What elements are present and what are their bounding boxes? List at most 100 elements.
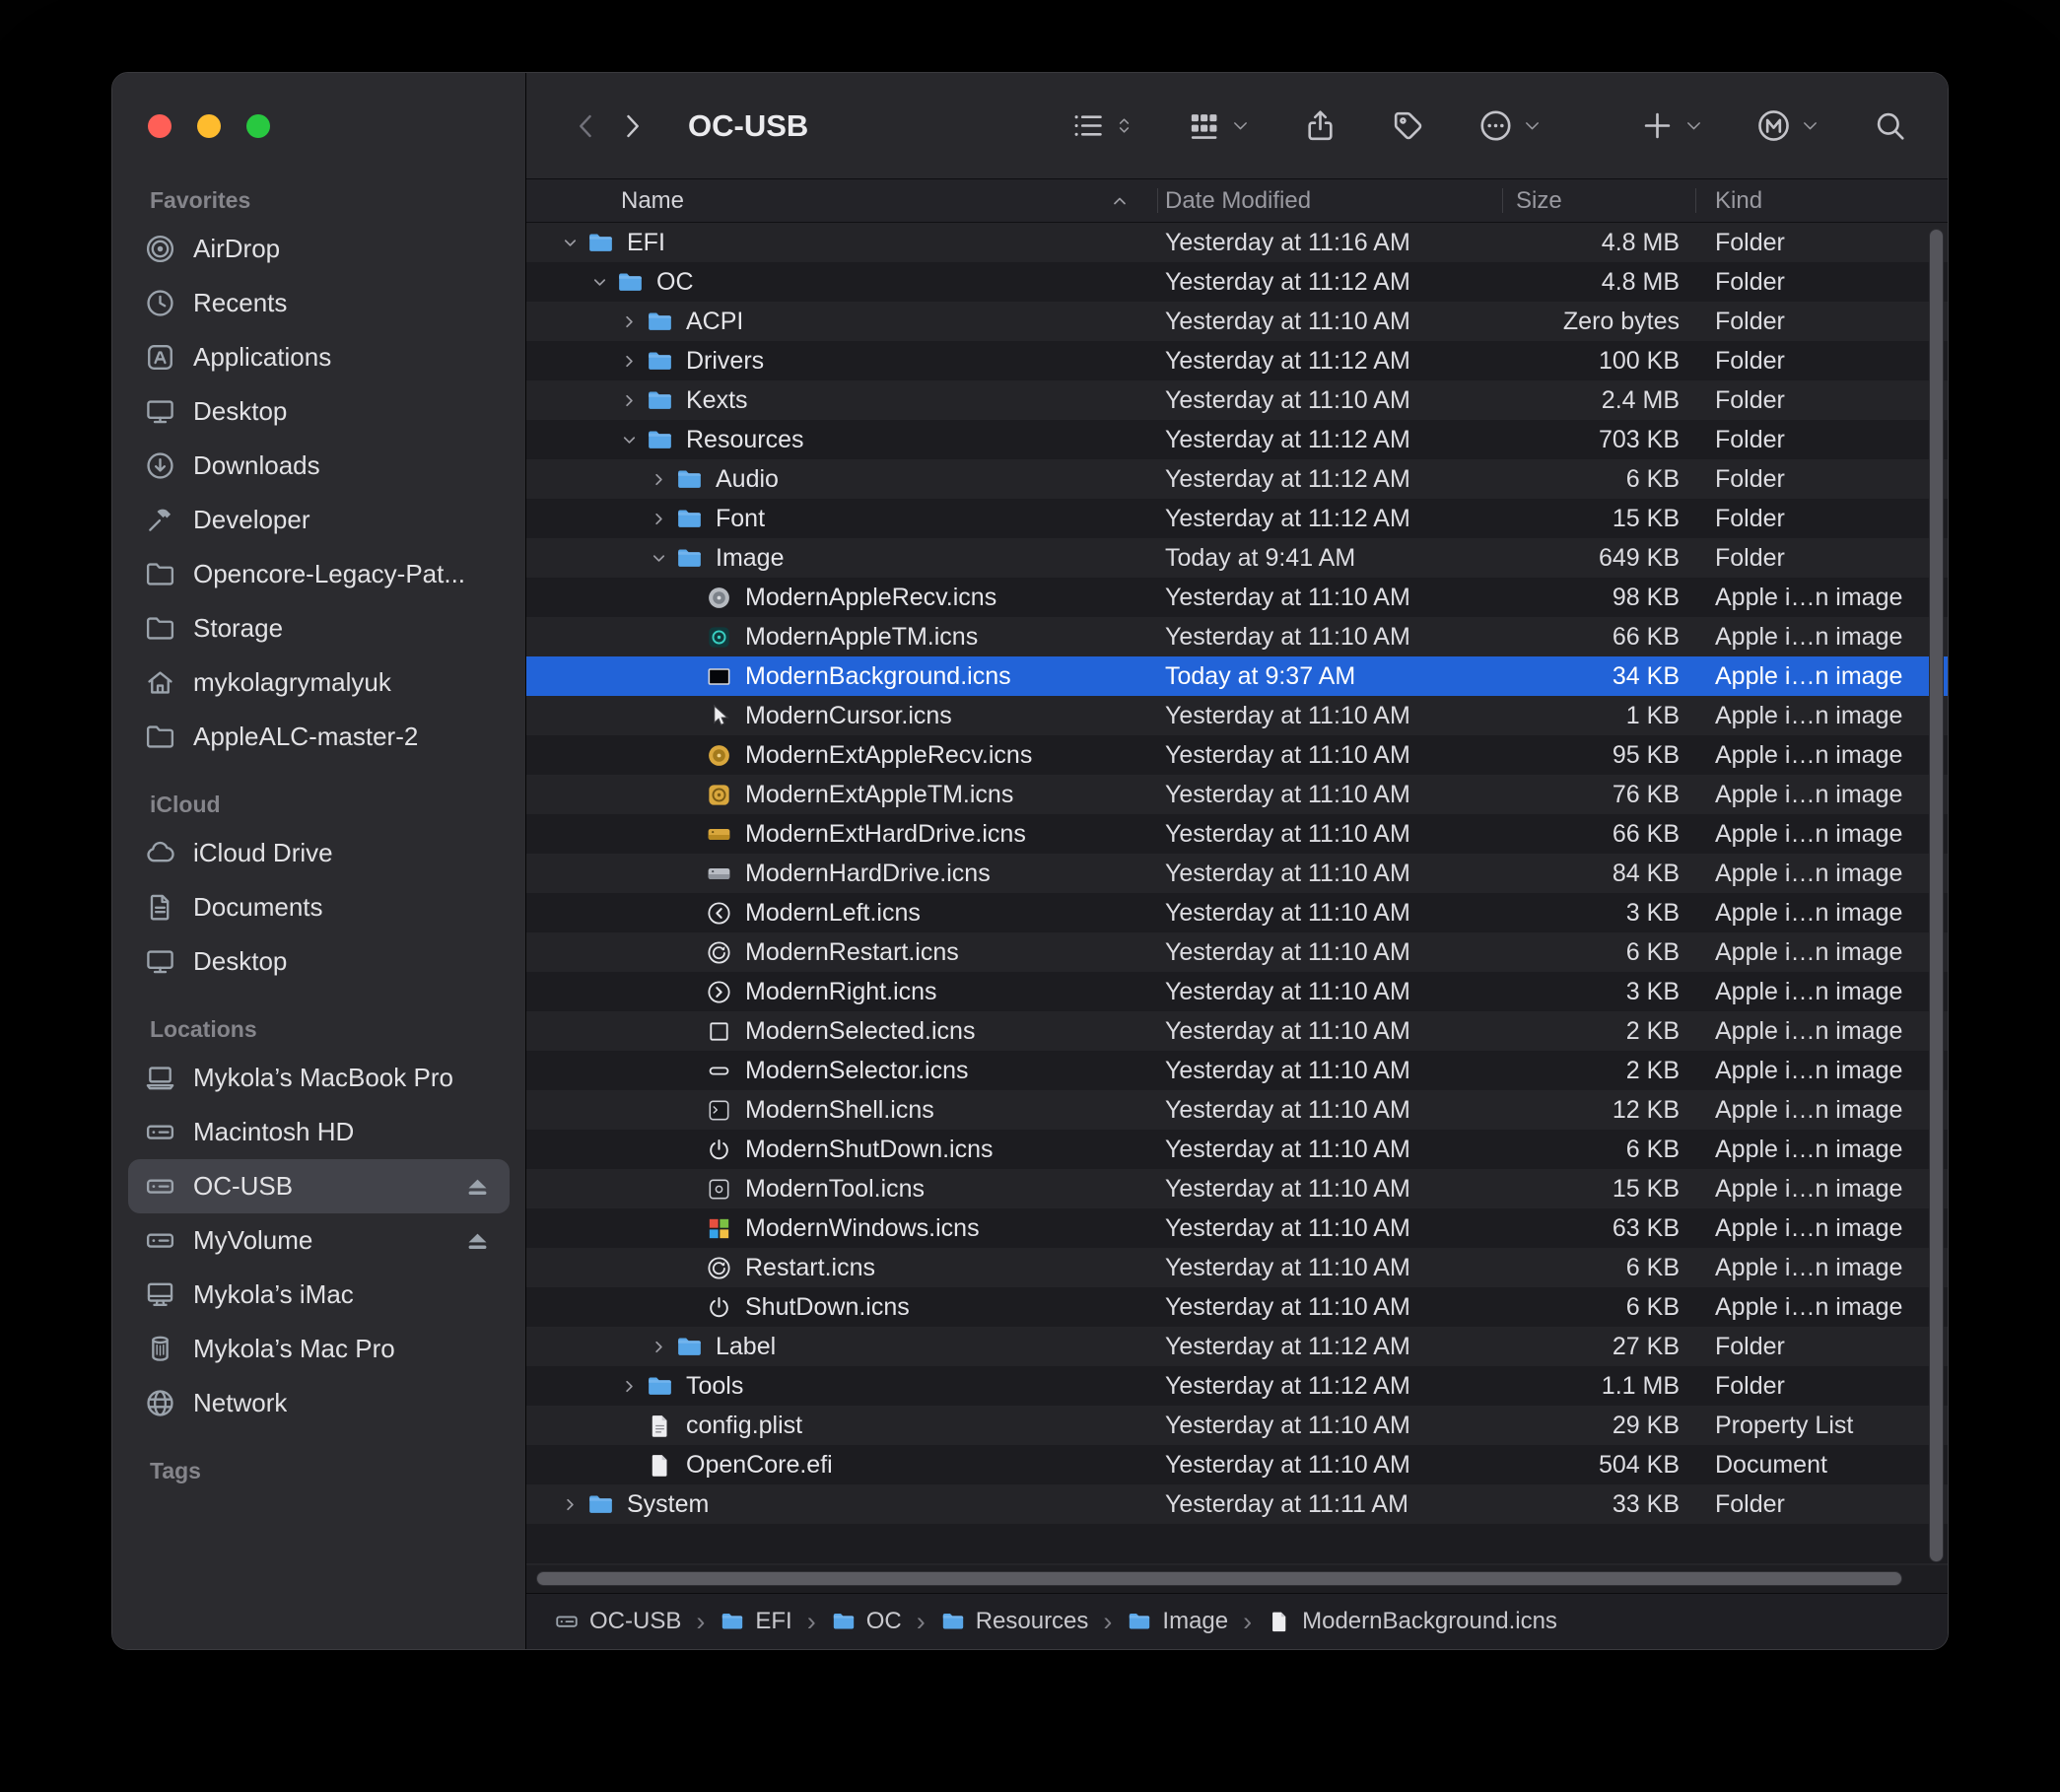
share-icon xyxy=(1302,107,1339,144)
disclosure-closed-icon[interactable] xyxy=(615,1372,643,1400)
row-modernshell-icns[interactable]: ModernShell.icnsYesterday at 11:10 AM12 … xyxy=(526,1090,1948,1130)
sidebar-item-desktop[interactable]: Desktop xyxy=(128,384,510,439)
row-modernleft-icns[interactable]: ModernLeft.icnsYesterday at 11:10 AM3 KB… xyxy=(526,893,1948,932)
row-moderntool-icns[interactable]: ModernTool.icnsYesterday at 11:10 AM15 K… xyxy=(526,1169,1948,1208)
horizontal-scrollbar-thumb[interactable] xyxy=(536,1571,1902,1586)
row-tools[interactable]: ToolsYesterday at 11:12 AM1.1 MBFolder xyxy=(526,1366,1948,1406)
row-modernextapplerecv-icns[interactable]: ModernExtAppleRecv.icnsYesterday at 11:1… xyxy=(526,735,1948,775)
row-audio[interactable]: AudioYesterday at 11:12 AM6 KBFolder xyxy=(526,459,1948,499)
sidebar-item-network[interactable]: Network xyxy=(128,1376,510,1430)
disclosure-closed-icon[interactable] xyxy=(615,347,643,375)
sidebar-item-macintosh-hd[interactable]: Macintosh HD xyxy=(128,1105,510,1159)
sidebar-item-mykolagrymalyuk[interactable]: mykolagrymalyuk xyxy=(128,655,510,710)
path-item-image[interactable]: Image xyxy=(1127,1608,1228,1635)
sidebar-item-documents[interactable]: Documents xyxy=(128,880,510,934)
row-image[interactable]: ImageToday at 9:41 AM649 KBFolder xyxy=(526,538,1948,578)
search-button[interactable] xyxy=(1872,107,1908,144)
row-modernappletm-icns[interactable]: ModernAppleTM.icnsYesterday at 11:10 AM6… xyxy=(526,617,1948,656)
row-modernright-icns[interactable]: ModernRight.icnsYesterday at 11:10 AM3 K… xyxy=(526,972,1948,1011)
sidebar-item-oc-usb[interactable]: OC-USB xyxy=(128,1159,510,1213)
sidebar-item-mykola-s-imac[interactable]: Mykola’s iMac xyxy=(128,1268,510,1322)
minimize-button[interactable] xyxy=(197,114,221,138)
row-modernselected-icns[interactable]: ModernSelected.icnsYesterday at 11:10 AM… xyxy=(526,1011,1948,1051)
row-kexts[interactable]: KextsYesterday at 11:10 AM2.4 MBFolder xyxy=(526,380,1948,420)
sidebar-item-icloud-drive[interactable]: iCloud Drive xyxy=(128,826,510,880)
column-header-date-modified[interactable]: Date Modified xyxy=(1157,179,1502,222)
disclosure-closed-icon[interactable] xyxy=(645,1333,672,1360)
disclosure-open-icon[interactable] xyxy=(615,426,643,453)
row-modernapplerecv-icns[interactable]: ModernAppleRecv.icnsYesterday at 11:10 A… xyxy=(526,578,1948,617)
row-label[interactable]: LabelYesterday at 11:12 AM27 KBFolder xyxy=(526,1327,1948,1366)
row-modernselector-icns[interactable]: ModernSelector.icnsYesterday at 11:10 AM… xyxy=(526,1051,1948,1090)
disclosure-closed-icon[interactable] xyxy=(615,308,643,335)
disclosure-open-icon[interactable] xyxy=(556,229,584,256)
row-resources[interactable]: ResourcesYesterday at 11:12 AM703 KBFold… xyxy=(526,420,1948,459)
path-item-efi[interactable]: EFI xyxy=(720,1608,791,1635)
vertical-scrollbar-thumb[interactable] xyxy=(1929,229,1944,1562)
cell-name: ShutDown.icns xyxy=(526,1293,1157,1322)
sidebar-item-applications[interactable]: Applications xyxy=(128,330,510,384)
path-item-modernbackground-icns[interactable]: ModernBackground.icns xyxy=(1267,1608,1557,1635)
new-item-button[interactable] xyxy=(1639,107,1704,144)
path-item-oc[interactable]: OC xyxy=(831,1608,902,1635)
row-acpi[interactable]: ACPIYesterday at 11:10 AMZero bytesFolde… xyxy=(526,302,1948,341)
actions-button[interactable] xyxy=(1477,107,1543,144)
disclosure-open-icon[interactable] xyxy=(585,268,613,296)
row-modernrestart-icns[interactable]: ModernRestart.icnsYesterday at 11:10 AM6… xyxy=(526,932,1948,972)
file-date-modified: Yesterday at 11:10 AM xyxy=(1157,938,1502,967)
path-item-oc-usb[interactable]: OC-USB xyxy=(554,1608,681,1635)
path-bar: OC-USB›EFI›OC›Resources›Image›ModernBack… xyxy=(526,1593,1948,1649)
row-modernwindows-icns[interactable]: ModernWindows.icnsYesterday at 11:10 AM6… xyxy=(526,1208,1948,1248)
row-config-plist[interactable]: config.plistYesterday at 11:10 AM29 KBPr… xyxy=(526,1406,1948,1445)
row-modernextappletm-icns[interactable]: ModernExtAppleTM.icnsYesterday at 11:10 … xyxy=(526,775,1948,814)
row-modernbackground-icns[interactable]: ModernBackground.icnsToday at 9:37 AM34 … xyxy=(526,656,1948,696)
disclosure-open-icon[interactable] xyxy=(645,544,672,572)
sidebar-item-mykola-s-mac-pro[interactable]: Mykola’s Mac Pro xyxy=(128,1322,510,1376)
share-button[interactable] xyxy=(1302,107,1339,144)
column-header-name[interactable]: Name xyxy=(526,179,1157,222)
sidebar-item-desktop[interactable]: Desktop xyxy=(128,934,510,989)
sidebar-item-airdrop[interactable]: AirDrop xyxy=(128,222,510,276)
row-restart-icns[interactable]: Restart.icnsYesterday at 11:10 AM6 KBApp… xyxy=(526,1248,1948,1287)
row-font[interactable]: FontYesterday at 11:12 AM15 KBFolder xyxy=(526,499,1948,538)
disclosure-closed-icon[interactable] xyxy=(645,465,672,493)
close-button[interactable] xyxy=(148,114,172,138)
row-modernharddrive-icns[interactable]: ModernHardDrive.icnsYesterday at 11:10 A… xyxy=(526,854,1948,893)
column-header-kind[interactable]: Kind xyxy=(1695,179,1948,222)
view-options-button[interactable] xyxy=(1069,107,1134,144)
file-name: Kexts xyxy=(686,386,748,415)
tags-button[interactable] xyxy=(1390,107,1426,144)
cell-name: ModernAppleRecv.icns xyxy=(526,584,1157,612)
forward-button[interactable] xyxy=(609,103,654,149)
group-by-button[interactable] xyxy=(1186,107,1251,144)
disclosure-closed-icon[interactable] xyxy=(645,505,672,532)
row-opencore-efi[interactable]: OpenCore.efiYesterday at 11:10 AM504 KBD… xyxy=(526,1445,1948,1484)
sidebar-item-recents[interactable]: Recents xyxy=(128,276,510,330)
sidebar-item-developer[interactable]: Developer xyxy=(128,493,510,547)
sidebar-item-downloads[interactable]: Downloads xyxy=(128,439,510,493)
row-modernextharddrive-icns[interactable]: ModernExtHardDrive.icnsYesterday at 11:1… xyxy=(526,814,1948,854)
sidebar-item-storage[interactable]: Storage xyxy=(128,601,510,655)
sidebar-item-mykola-s-macbook-pro[interactable]: Mykola’s MacBook Pro xyxy=(128,1051,510,1105)
row-oc[interactable]: OCYesterday at 11:12 AM4.8 MBFolder xyxy=(526,262,1948,302)
row-efi[interactable]: EFIYesterday at 11:16 AM4.8 MBFolder xyxy=(526,223,1948,262)
row-modernshutdown-icns[interactable]: ModernShutDown.icnsYesterday at 11:10 AM… xyxy=(526,1130,1948,1169)
sidebar-item-myvolume[interactable]: MyVolume xyxy=(128,1213,510,1268)
disclosure-closed-icon[interactable] xyxy=(556,1490,584,1518)
row-moderncursor-icns[interactable]: ModernCursor.icnsYesterday at 11:10 AM1 … xyxy=(526,696,1948,735)
zoom-button[interactable] xyxy=(246,114,270,138)
row-drivers[interactable]: DriversYesterday at 11:12 AM100 KBFolder xyxy=(526,341,1948,380)
vertical-scrollbar[interactable] xyxy=(1929,229,1944,1562)
back-button[interactable] xyxy=(564,103,609,149)
disclosure-closed-icon[interactable] xyxy=(615,386,643,414)
row-system[interactable]: SystemYesterday at 11:11 AM33 KBFolder xyxy=(526,1484,1948,1524)
column-header-size[interactable]: Size xyxy=(1502,179,1695,222)
account-badge-button[interactable] xyxy=(1755,107,1820,144)
sidebar-item-applealc-master-2[interactable]: AppleALC-master-2 xyxy=(128,710,510,764)
eject-icon[interactable] xyxy=(461,1224,494,1257)
row-shutdown-icns[interactable]: ShutDown.icnsYesterday at 11:10 AM6 KBAp… xyxy=(526,1287,1948,1327)
sidebar-item-opencore-legacy-pat[interactable]: Opencore-Legacy-Pat... xyxy=(128,547,510,601)
path-item-resources[interactable]: Resources xyxy=(940,1608,1089,1635)
eject-icon[interactable] xyxy=(461,1170,494,1203)
horizontal-scrollbar[interactable] xyxy=(526,1565,1948,1593)
